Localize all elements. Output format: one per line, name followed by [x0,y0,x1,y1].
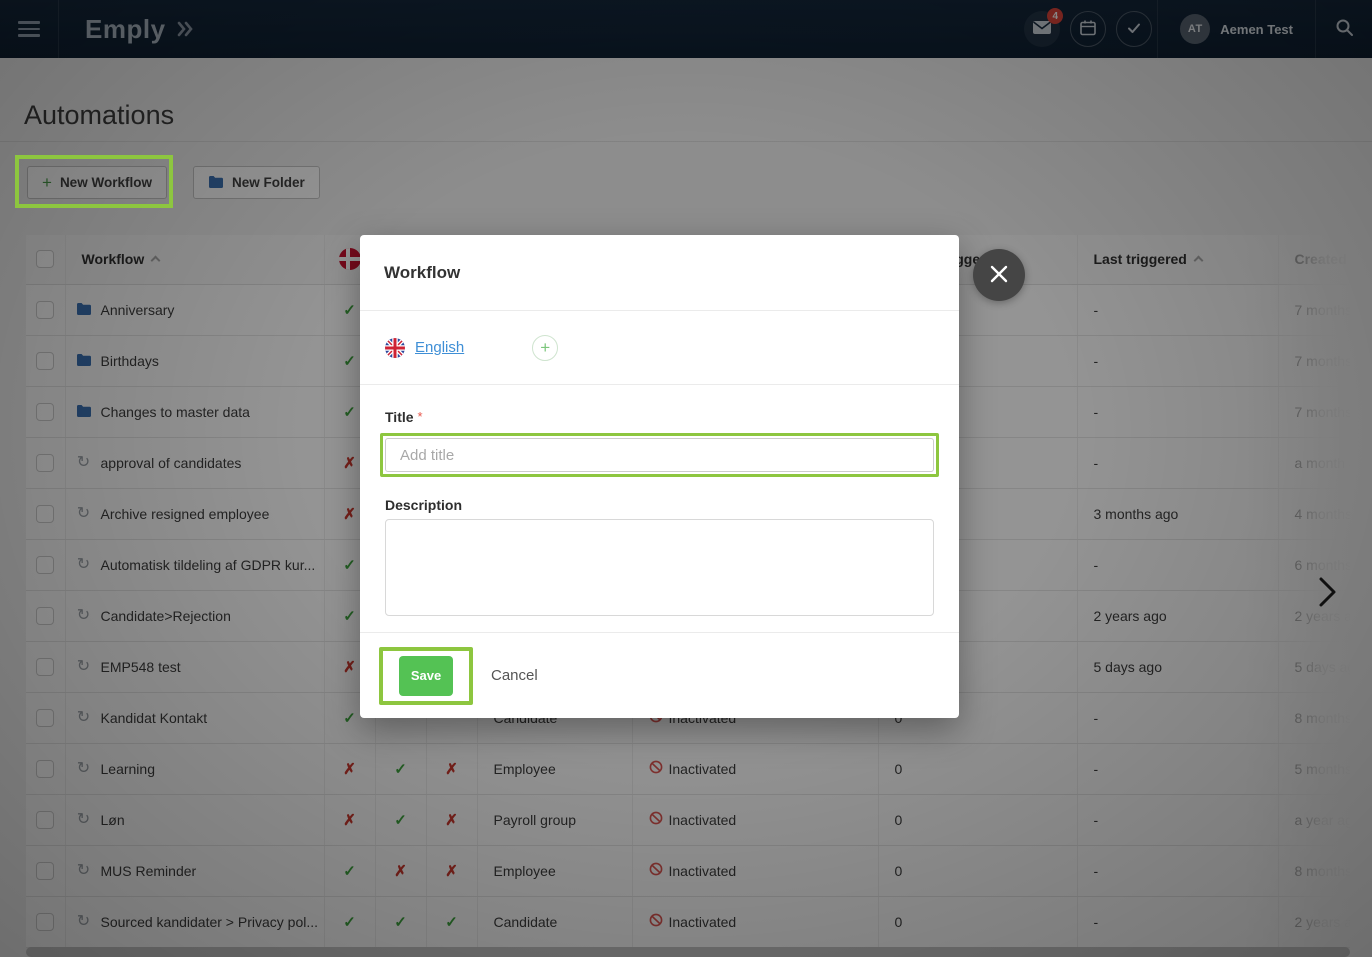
required-mark: * [418,409,423,424]
annotation-highlight-save-button: Save [379,647,473,705]
title-input[interactable] [385,438,934,472]
language-link-english[interactable]: English [415,339,464,356]
workflow-dialog: Workflow English + Title * Description Sa… [360,235,959,718]
app-screen: Emply 4 [0,0,1372,957]
title-label: Title [385,409,414,425]
close-dialog-button[interactable] [973,249,1025,301]
add-language-icon: + [540,339,550,356]
save-button[interactable]: Save [399,656,453,696]
cancel-button[interactable]: Cancel [491,667,538,684]
dialog-footer: Save Cancel [360,633,959,718]
add-language-button[interactable]: + [532,335,558,361]
dialog-body: Title * Description [360,385,959,633]
close-icon [988,263,1010,288]
description-textarea[interactable] [385,519,934,616]
flag-uk-icon [385,338,405,358]
dialog-title: Workflow [360,235,959,311]
annotation-highlight-title-input [380,433,939,477]
description-label: Description [385,497,934,513]
language-row: English + [360,311,959,385]
